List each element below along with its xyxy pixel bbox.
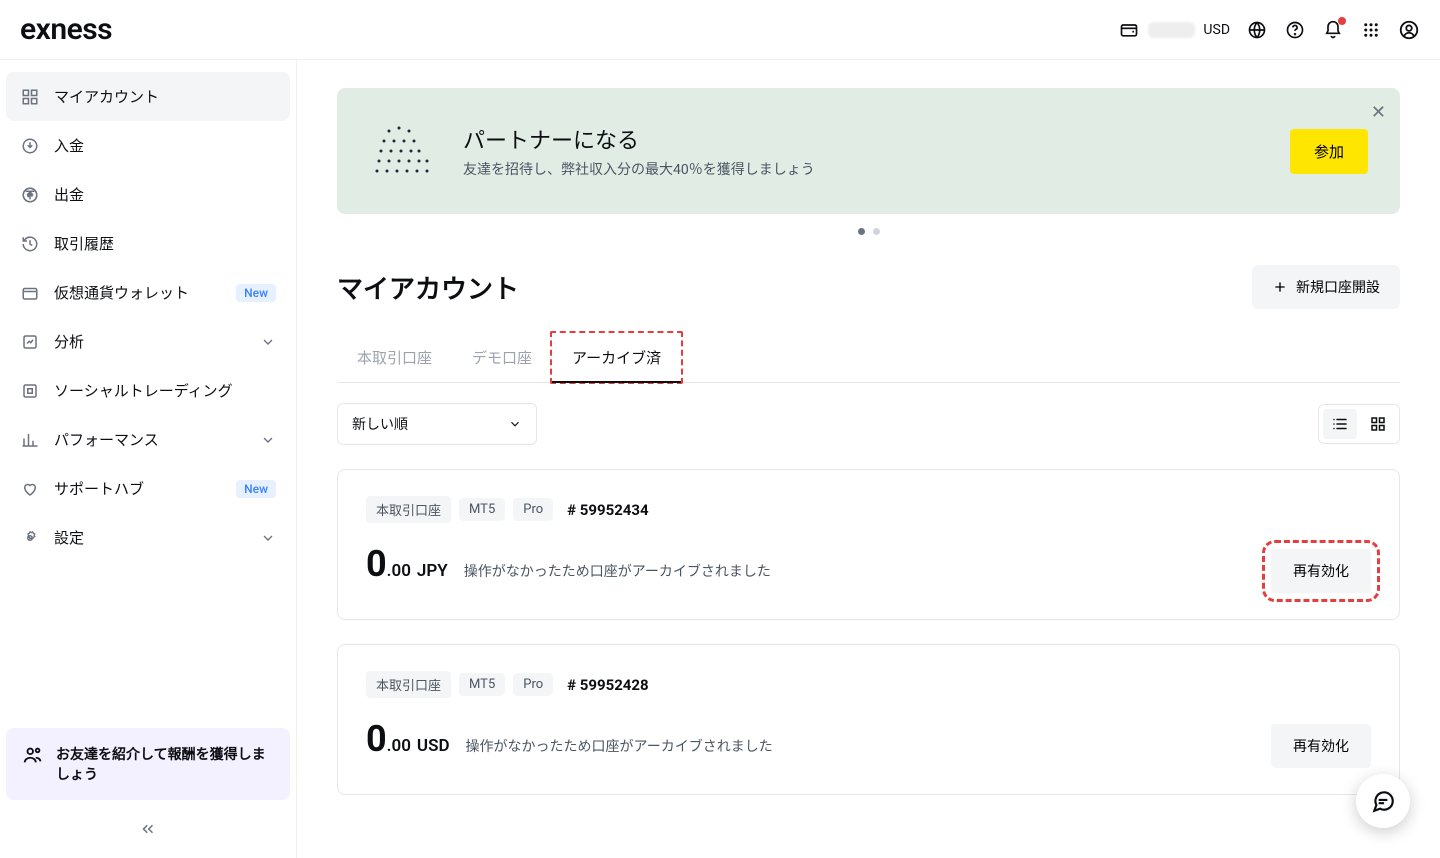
sidebar-item-label: 入金 xyxy=(54,135,276,156)
close-icon[interactable]: ✕ xyxy=(1371,102,1386,123)
sidebar-item-analytics[interactable]: 分析 xyxy=(6,317,290,366)
apps-icon[interactable] xyxy=(1360,19,1382,41)
referral-text: お友達を紹介して報酬を獲得しましょう xyxy=(56,744,274,784)
social-icon xyxy=(20,381,40,401)
account-card: 本取引口座 MT5 Pro # 59952428 0 .00 USD 操作がなか… xyxy=(337,644,1400,795)
sidebar-item-label: 分析 xyxy=(54,331,246,352)
sidebar-item-deposit[interactable]: 入金 xyxy=(6,121,290,170)
view-toggle xyxy=(1318,404,1400,444)
sort-label: 新しい順 xyxy=(352,414,408,434)
balance-integer: 0 xyxy=(366,718,387,760)
page-title: マイアカウント xyxy=(337,269,519,306)
balance-decimal: .00 xyxy=(387,736,411,756)
analytics-icon xyxy=(20,332,40,352)
withdraw-icon xyxy=(20,185,40,205)
new-account-label: 新規口座開設 xyxy=(1296,277,1380,297)
dashboard-icon xyxy=(20,87,40,107)
carousel-dots xyxy=(337,228,1400,235)
balance-decimal: .00 xyxy=(387,561,411,581)
account-tier-tag: Pro xyxy=(513,498,553,521)
account-type-tag: 本取引口座 xyxy=(366,496,451,523)
collapse-sidebar-button[interactable] xyxy=(6,812,290,846)
new-badge: New xyxy=(236,284,276,302)
view-list-button[interactable] xyxy=(1323,409,1357,439)
deposit-icon xyxy=(20,136,40,156)
partner-banner: パートナーになる 友達を招待し、弊社収入分の最大40％を獲得しましょう 参加 ✕ xyxy=(337,88,1400,214)
sidebar-item-my-accounts[interactable]: マイアカウント xyxy=(6,72,290,121)
chat-fab[interactable] xyxy=(1356,774,1410,828)
account-card: 本取引口座 MT5 Pro # 59952434 0 .00 JPY 操作がなか… xyxy=(337,469,1400,620)
referral-icon xyxy=(22,744,44,766)
balance-integer: 0 xyxy=(366,543,387,585)
account-status: 操作がなかったため口座がアーカイブされました xyxy=(466,736,773,756)
carousel-dot[interactable] xyxy=(873,228,880,235)
sidebar-item-label: 取引履歴 xyxy=(54,233,276,254)
notification-dot xyxy=(1338,17,1346,25)
gear-icon xyxy=(20,528,40,548)
wallet-button[interactable]: 00.00 USD xyxy=(1118,19,1230,41)
account-type-tag: 本取引口座 xyxy=(366,671,451,698)
crypto-wallet-icon xyxy=(20,283,40,303)
sidebar-item-performance[interactable]: パフォーマンス xyxy=(6,415,290,464)
banner-title: パートナーになる xyxy=(463,123,1266,155)
heart-icon xyxy=(20,479,40,499)
account-balance: 0 .00 USD xyxy=(366,718,450,760)
language-icon[interactable] xyxy=(1246,19,1268,41)
help-icon[interactable] xyxy=(1284,19,1306,41)
reactivate-button[interactable]: 再有効化 xyxy=(1271,724,1371,768)
sidebar-item-label: マイアカウント xyxy=(54,86,276,107)
brand-logo[interactable]: exness xyxy=(20,12,112,47)
sort-select[interactable]: 新しい順 xyxy=(337,403,537,445)
sidebar-item-history[interactable]: 取引履歴 xyxy=(6,219,290,268)
sidebar-item-label: サポートハブ xyxy=(54,478,222,499)
chevron-down-icon xyxy=(260,432,276,448)
wallet-currency: USD xyxy=(1203,22,1230,38)
sidebar-item-social-trading[interactable]: ソーシャルトレーディング xyxy=(6,366,290,415)
account-balance: 0 .00 JPY xyxy=(366,543,448,585)
history-icon xyxy=(20,234,40,254)
header-right: 00.00 USD xyxy=(1118,19,1420,41)
tab-demo[interactable]: デモ口座 xyxy=(452,333,552,382)
sidebar-item-withdraw[interactable]: 出金 xyxy=(6,170,290,219)
reactivate-button[interactable]: 再有効化 xyxy=(1271,549,1371,593)
sidebar-item-crypto-wallet[interactable]: 仮想通貨ウォレット New xyxy=(6,268,290,317)
referral-promo[interactable]: お友達を紹介して報酬を獲得しましょう xyxy=(6,728,290,800)
notifications-icon[interactable] xyxy=(1322,19,1344,41)
new-badge: New xyxy=(236,480,276,498)
account-number: # 59952434 xyxy=(567,501,648,519)
sidebar-item-label: パフォーマンス xyxy=(54,429,246,450)
sidebar-item-label: 出金 xyxy=(54,184,276,205)
tab-archived[interactable]: アーカイブ済 xyxy=(550,331,683,384)
performance-icon xyxy=(20,430,40,450)
balance-currency: USD xyxy=(417,736,450,756)
wallet-icon xyxy=(1118,19,1140,41)
profile-icon[interactable] xyxy=(1398,19,1420,41)
account-platform-tag: MT5 xyxy=(459,673,505,696)
view-grid-button[interactable] xyxy=(1361,409,1395,439)
chevron-down-icon xyxy=(260,334,276,350)
tab-real[interactable]: 本取引口座 xyxy=(337,333,452,382)
sidebar-item-label: 仮想通貨ウォレット xyxy=(54,282,222,303)
banner-illustration xyxy=(369,116,439,186)
banner-subtitle: 友達を招待し、弊社収入分の最大40％を獲得しましょう xyxy=(463,159,1266,179)
sidebar-item-label: ソーシャルトレーディング xyxy=(54,380,276,401)
wallet-balance-hidden: 00.00 xyxy=(1148,22,1195,38)
banner-cta-button[interactable]: 参加 xyxy=(1290,129,1368,174)
sidebar: マイアカウント 入金 出金 取引履歴 仮想通貨ウォレット xyxy=(0,60,297,858)
account-number: # 59952428 xyxy=(567,676,648,694)
account-platform-tag: MT5 xyxy=(459,498,505,521)
account-tabs: 本取引口座 デモ口座 アーカイブ済 xyxy=(337,333,1400,383)
chevron-down-icon xyxy=(260,530,276,546)
account-tier-tag: Pro xyxy=(513,673,553,696)
main-content: パートナーになる 友達を招待し、弊社収入分の最大40％を獲得しましょう 参加 ✕… xyxy=(297,60,1440,858)
balance-currency: JPY xyxy=(417,561,448,581)
carousel-dot[interactable] xyxy=(858,228,865,235)
new-account-button[interactable]: 新規口座開設 xyxy=(1252,265,1400,309)
sidebar-item-label: 設定 xyxy=(54,527,246,548)
sidebar-item-support-hub[interactable]: サポートハブ New xyxy=(6,464,290,513)
account-status: 操作がなかったため口座がアーカイブされました xyxy=(464,561,771,581)
sidebar-item-settings[interactable]: 設定 xyxy=(6,513,290,562)
